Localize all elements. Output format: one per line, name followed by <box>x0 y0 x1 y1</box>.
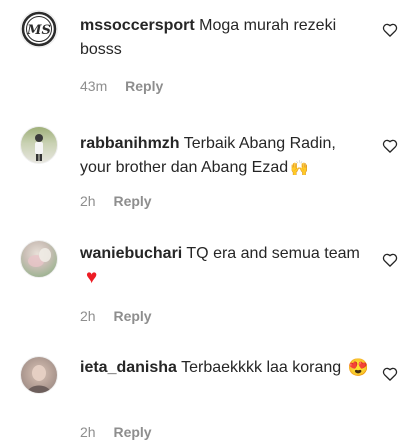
avatar[interactable] <box>20 126 58 164</box>
comment-username[interactable]: rabbanihmzh <box>80 135 180 152</box>
like-heart-icon[interactable] <box>382 138 400 156</box>
comment-text: Terbaekkkk laa korang <box>181 359 342 376</box>
avatar[interactable] <box>20 356 58 394</box>
like-heart-icon[interactable] <box>382 366 400 384</box>
comment-body: mssoccersport Moga murah rezeki bosss <box>80 14 370 62</box>
avatar[interactable] <box>20 240 58 278</box>
avatar[interactable]: MS <box>20 10 58 48</box>
comment-body: ieta_danisha Terbaekkkk laa korang 😍 <box>80 356 370 380</box>
reply-button[interactable]: Reply <box>113 308 151 324</box>
person-photo-icon <box>35 134 43 161</box>
comment-list: MS mssoccersport Moga murah rezeki bosss… <box>0 0 413 448</box>
comment-body: rabbanihmzh Terbaik Abang Radin, your br… <box>80 132 370 180</box>
like-heart-icon[interactable] <box>382 22 400 40</box>
comment-meta: 2h Reply <box>80 424 152 440</box>
raised-hands-emoji-icon: 🙌 <box>290 160 309 177</box>
heart-eyes-emoji-icon: 😍 <box>347 358 369 377</box>
comment-username[interactable]: mssoccersport <box>80 17 195 34</box>
red-heart-emoji-icon: ♥ <box>86 267 98 288</box>
ms-logo-icon: MS <box>21 11 57 47</box>
reply-button[interactable]: Reply <box>113 424 151 440</box>
comment-meta: 2h Reply <box>80 308 152 324</box>
like-heart-icon[interactable] <box>382 252 400 270</box>
svg-text:MS: MS <box>26 23 51 38</box>
photo-icon <box>28 248 51 267</box>
comment-time[interactable]: 2h <box>80 424 96 440</box>
comment-username[interactable]: ieta_danisha <box>80 359 177 376</box>
comment-body: waniebuchari TQ era and semua team ♥ <box>80 242 370 290</box>
comment-text: TQ era and semua team <box>186 245 360 262</box>
comment-meta: 43m Reply <box>80 78 163 94</box>
comment-time[interactable]: 2h <box>80 193 96 209</box>
comment-time[interactable]: 2h <box>80 308 96 324</box>
reply-button[interactable]: Reply <box>125 78 163 94</box>
photo-icon <box>27 365 51 393</box>
comment-username[interactable]: waniebuchari <box>80 245 182 262</box>
comment-time[interactable]: 43m <box>80 78 107 94</box>
comment-meta: 2h Reply <box>80 193 152 209</box>
reply-button[interactable]: Reply <box>113 193 151 209</box>
